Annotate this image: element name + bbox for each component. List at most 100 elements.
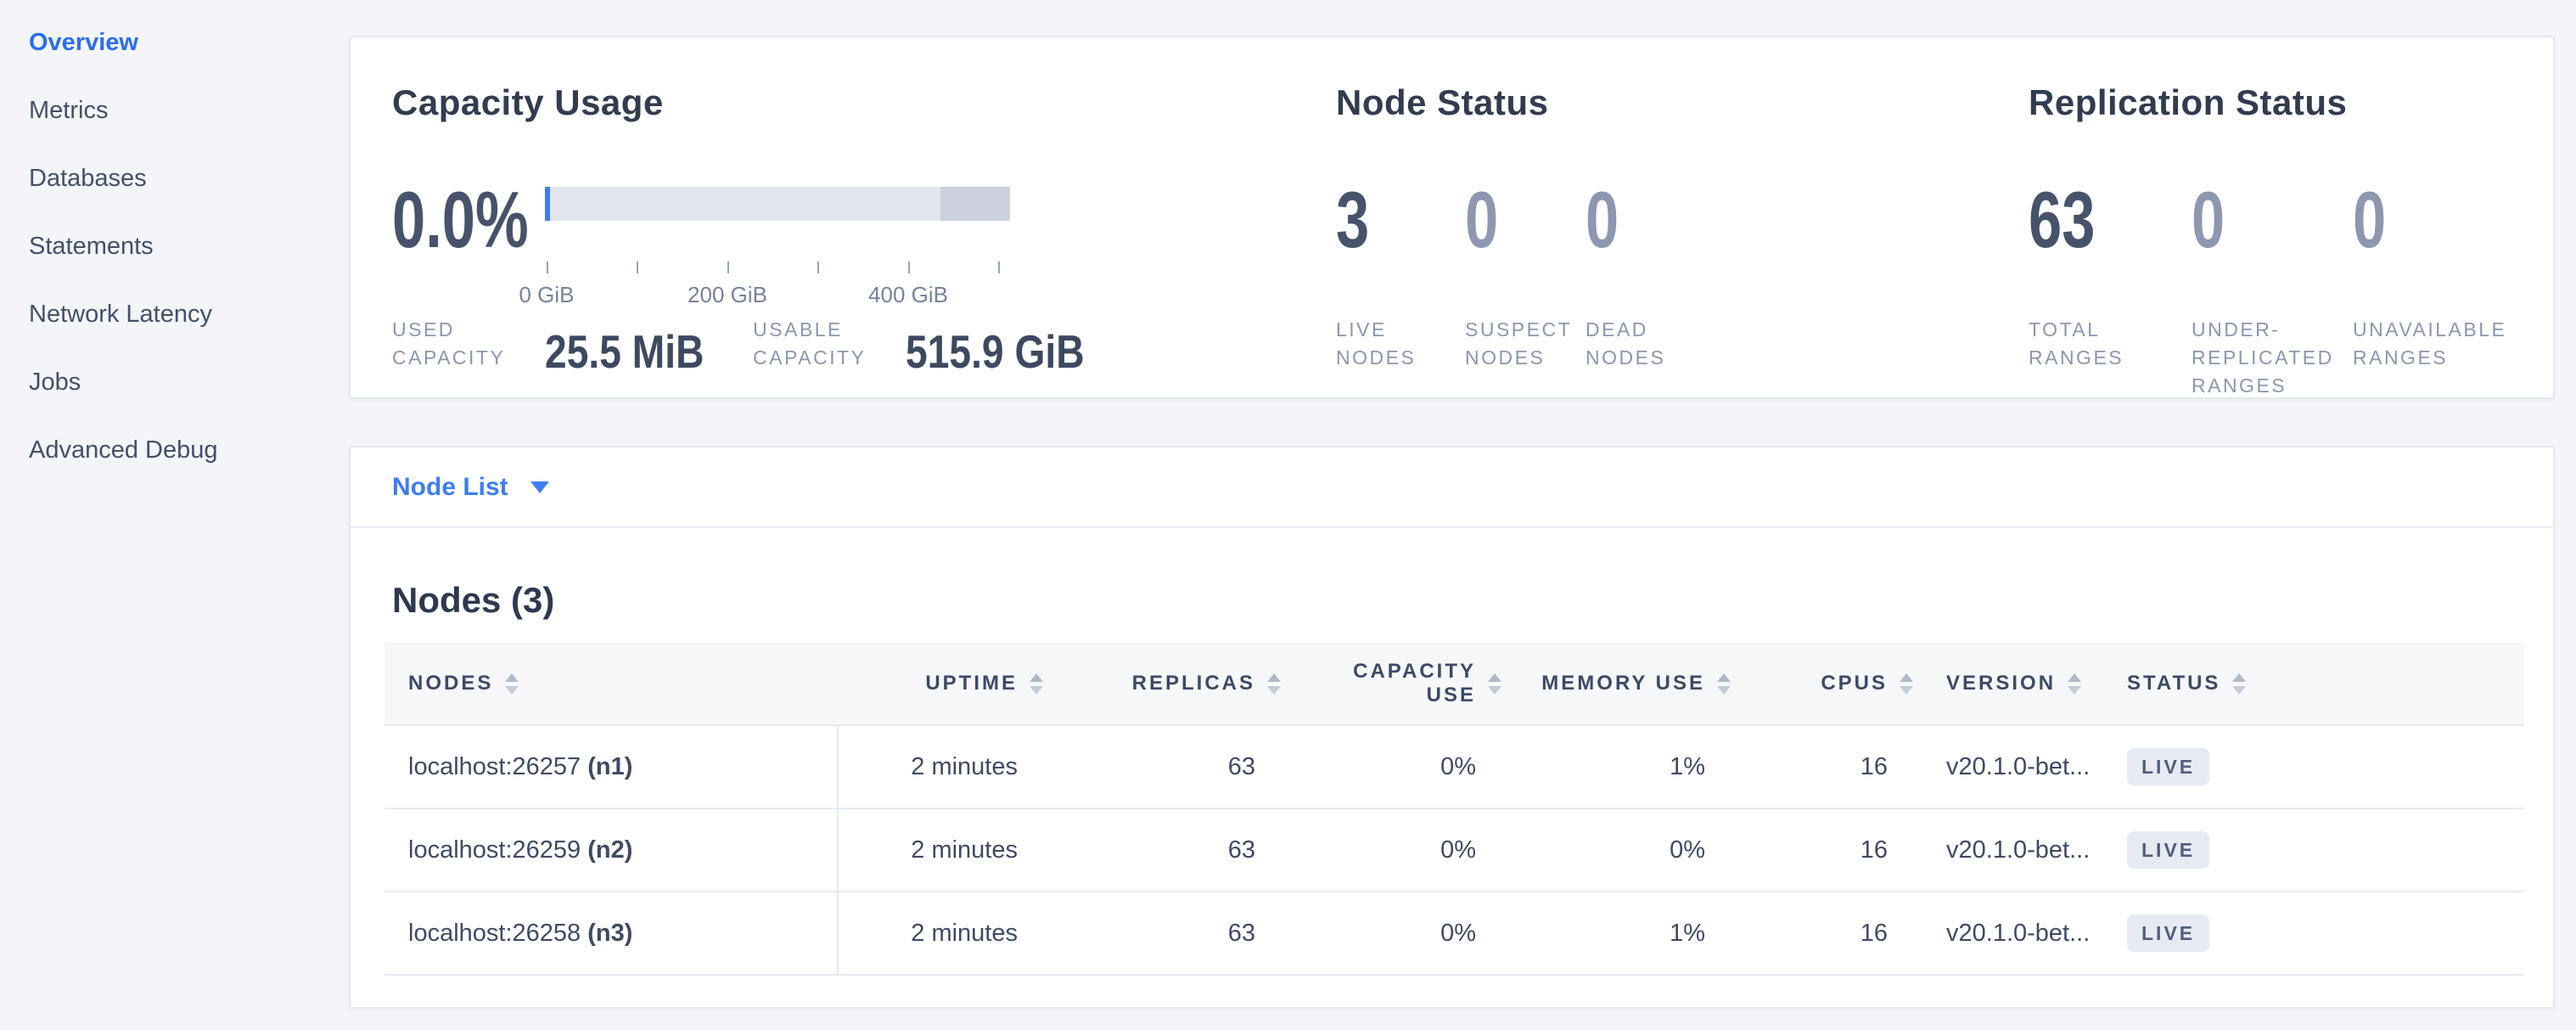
suspect-nodes-value: 0 <box>1465 178 1498 262</box>
gauge-tick <box>637 262 638 273</box>
version-cell: v20.1.0-bet... <box>1917 892 2108 975</box>
dead-nodes-label: DEAD NODES <box>1585 316 1730 372</box>
column-label: NODES <box>408 672 493 695</box>
dead-nodes-value: 0 <box>1585 178 1619 262</box>
replicas-cell: 63 <box>1047 892 1284 975</box>
column-header-cpus[interactable]: CPUS <box>1734 643 1917 725</box>
sort-icon <box>505 673 519 695</box>
version-cell: v20.1.0-bet... <box>1917 725 2108 808</box>
sidebar-item-statements[interactable]: Statements <box>29 229 154 263</box>
status-cell: LIVE <box>2108 808 2524 892</box>
total-ranges-label: TOTAL RANGES <box>2029 316 2192 400</box>
column-header-uptime[interactable]: UPTIME <box>838 643 1047 725</box>
gauge-tick-label: 200 GiB <box>687 282 767 308</box>
replicas-cell: 63 <box>1047 725 1284 808</box>
gauge-tick <box>727 262 729 273</box>
node-status-section: Node Status 3 0 0 LIVE NODES SUSPECT NOD… <box>1336 37 1981 401</box>
sort-icon <box>2068 673 2081 695</box>
table-row[interactable]: localhost:26258 (n3) 2 minutes 63 0% 1% … <box>384 892 2524 975</box>
replication-labels: TOTAL RANGES UNDER-REPLICATED RANGES UNA… <box>2029 316 2531 400</box>
column-label: VERSION <box>1946 672 2056 695</box>
sort-icon <box>2232 673 2246 695</box>
cpus-cell: 16 <box>1734 725 1917 808</box>
replication-status-section: Replication Status 63 0 0 TOTAL RANGES U… <box>2029 37 2555 401</box>
status-badge: LIVE <box>2127 915 2209 952</box>
column-label: CAPACITY USE <box>1349 660 1476 707</box>
total-ranges-value: 63 <box>2029 178 2095 262</box>
cpus-cell: 16 <box>1734 892 1917 975</box>
status-cell: LIVE <box>2108 892 2524 975</box>
node-id: (n1) <box>587 753 632 780</box>
gauge-used-segment <box>545 187 550 221</box>
capacity-gauge <box>545 187 1010 221</box>
node-status-title: Node Status <box>1336 82 1549 123</box>
uptime-cell: 2 minutes <box>838 808 1047 892</box>
column-label: STATUS <box>2127 672 2220 695</box>
used-capacity-label: USED CAPACITY <box>392 316 521 372</box>
usable-capacity-value: 515.9 GiB <box>906 331 1085 372</box>
unavailable-ranges-value: 0 <box>2353 178 2386 262</box>
capacity-usage-section: Capacity Usage 0.0% 0 GiB 200 GiB 400 Gi… <box>392 37 1300 401</box>
column-header-memory-use[interactable]: MEMORY USE <box>1505 643 1734 725</box>
unavailable-ranges-label: UNAVAILABLE RANGES <box>2353 316 2531 400</box>
node-status-values: 3 0 0 <box>1336 178 1730 262</box>
sort-icon <box>1717 673 1731 695</box>
sidebar-item-network-latency[interactable]: Network Latency <box>29 297 212 331</box>
node-address: localhost:26258 <box>408 920 581 947</box>
node-id: (n2) <box>587 836 632 864</box>
node-address: localhost:26257 <box>408 753 581 780</box>
column-label: REPLICAS <box>1132 672 1255 695</box>
under-replicated-ranges-value: 0 <box>2192 178 2225 262</box>
gauge-tick <box>998 262 1000 273</box>
replication-values: 63 0 0 <box>2029 178 2531 262</box>
table-row[interactable]: localhost:26257 (n1) 2 minutes 63 0% 1% … <box>384 725 2524 808</box>
node-id: (n3) <box>587 920 632 947</box>
live-nodes-label: LIVE NODES <box>1336 316 1465 372</box>
used-capacity-value: 25.5 MiB <box>545 331 704 372</box>
nodes-table: NODES UPTIME REPLICAS CAPACITY USE MEMOR… <box>384 643 2524 976</box>
suspect-nodes-label: SUSPECT NODES <box>1465 316 1585 372</box>
column-label: CPUS <box>1821 672 1888 695</box>
sort-icon <box>1488 673 1501 695</box>
table-row[interactable]: localhost:26259 (n2) 2 minutes 63 0% 0% … <box>384 808 2524 892</box>
sidebar-item-advanced-debug[interactable]: Advanced Debug <box>29 433 218 467</box>
gauge-tick <box>817 262 819 273</box>
column-header-nodes[interactable]: NODES <box>384 643 838 725</box>
node-list-toolbar: Node List <box>351 447 2553 528</box>
node-address-cell: localhost:26259 (n2) <box>384 808 838 892</box>
node-address-cell: localhost:26258 (n3) <box>384 892 838 975</box>
column-header-version[interactable]: VERSION <box>1917 643 2108 725</box>
sort-icon <box>1900 673 1913 695</box>
node-address-cell: localhost:26257 (n1) <box>384 725 838 808</box>
status-badge: LIVE <box>2127 748 2209 785</box>
capacity-percent-value: 0.0% <box>392 178 529 262</box>
under-replicated-ranges-label: UNDER-REPLICATED RANGES <box>2192 316 2353 400</box>
sidebar-item-databases[interactable]: Databases <box>29 161 147 195</box>
node-list-view-dropdown[interactable]: Node List <box>392 473 549 502</box>
gauge-reserved-segment <box>940 187 1010 221</box>
status-badge: LIVE <box>2127 831 2209 869</box>
chevron-down-icon <box>530 481 549 493</box>
capacity-use-cell: 0% <box>1284 808 1505 892</box>
column-header-replicas[interactable]: REPLICAS <box>1047 643 1284 725</box>
version-cell: v20.1.0-bet... <box>1917 808 2108 892</box>
node-list-card: Node List Nodes (3) NODES UPTIME REPLICA… <box>349 446 2555 1009</box>
memory-use-cell: 1% <box>1505 725 1734 808</box>
replication-status-title: Replication Status <box>2029 82 2347 123</box>
live-nodes-value: 3 <box>1336 178 1369 262</box>
gauge-tick-label: 400 GiB <box>868 282 948 308</box>
gauge-ticks <box>545 262 1010 273</box>
sort-icon <box>1267 673 1281 695</box>
uptime-cell: 2 minutes <box>838 892 1047 975</box>
sidebar-item-metrics[interactable]: Metrics <box>29 93 108 127</box>
capacity-usage-title: Capacity Usage <box>392 82 664 123</box>
gauge-tick-label: 0 GiB <box>519 282 574 308</box>
cluster-summary-card: Capacity Usage 0.0% 0 GiB 200 GiB 400 Gi… <box>349 36 2555 399</box>
column-label: MEMORY USE <box>1541 672 1705 695</box>
sidebar-item-overview[interactable]: Overview <box>29 25 138 59</box>
capacity-use-cell: 0% <box>1284 725 1505 808</box>
column-header-capacity-use[interactable]: CAPACITY USE <box>1284 643 1505 725</box>
column-header-status[interactable]: STATUS <box>2108 643 2524 725</box>
sidebar-item-jobs[interactable]: Jobs <box>29 365 81 399</box>
nodes-count-heading: Nodes (3) <box>392 580 554 621</box>
